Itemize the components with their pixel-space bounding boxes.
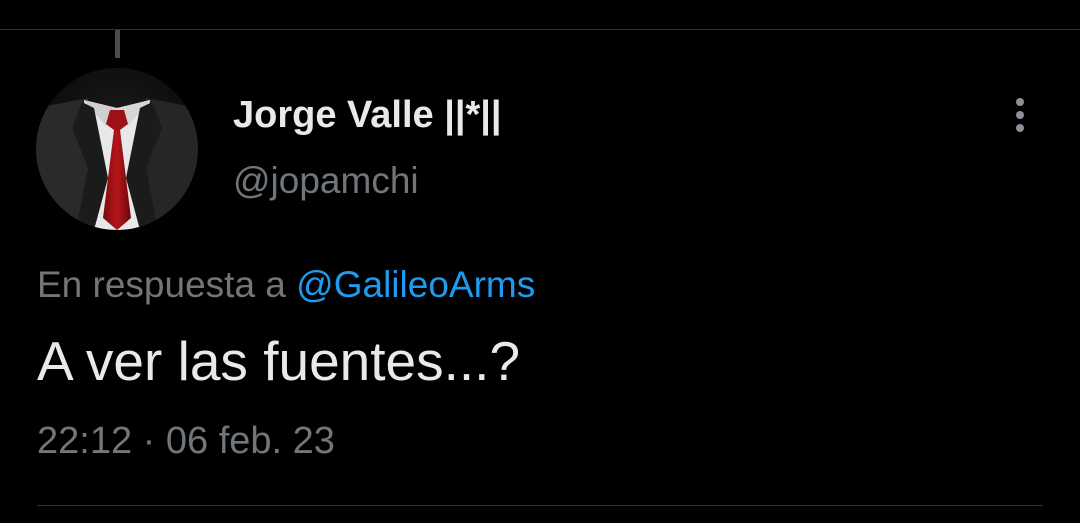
more-options-button[interactable] xyxy=(1000,90,1040,140)
avatar-suit-image xyxy=(36,68,198,230)
more-vertical-icon-dot xyxy=(1016,124,1024,132)
reply-context: En respuesta a @GalileoArms xyxy=(37,264,535,306)
more-vertical-icon-dot xyxy=(1016,98,1024,106)
avatar[interactable] xyxy=(36,68,198,230)
reply-mention-link[interactable]: @GalileoArms xyxy=(296,264,535,305)
thread-connector-line xyxy=(115,30,120,58)
reply-prefix-label: En respuesta a xyxy=(37,264,297,305)
bottom-divider xyxy=(37,505,1043,506)
top-divider xyxy=(0,29,1080,30)
more-vertical-icon-dot xyxy=(1016,111,1024,119)
author-display-name[interactable]: Jorge Valle ||*|| xyxy=(233,94,502,137)
author-handle[interactable]: @jopamchi xyxy=(233,160,419,202)
tweet-text: A ver las fuentes...? xyxy=(37,330,521,392)
tweet-timestamp[interactable]: 22:12 · 06 feb. 23 xyxy=(37,420,335,463)
